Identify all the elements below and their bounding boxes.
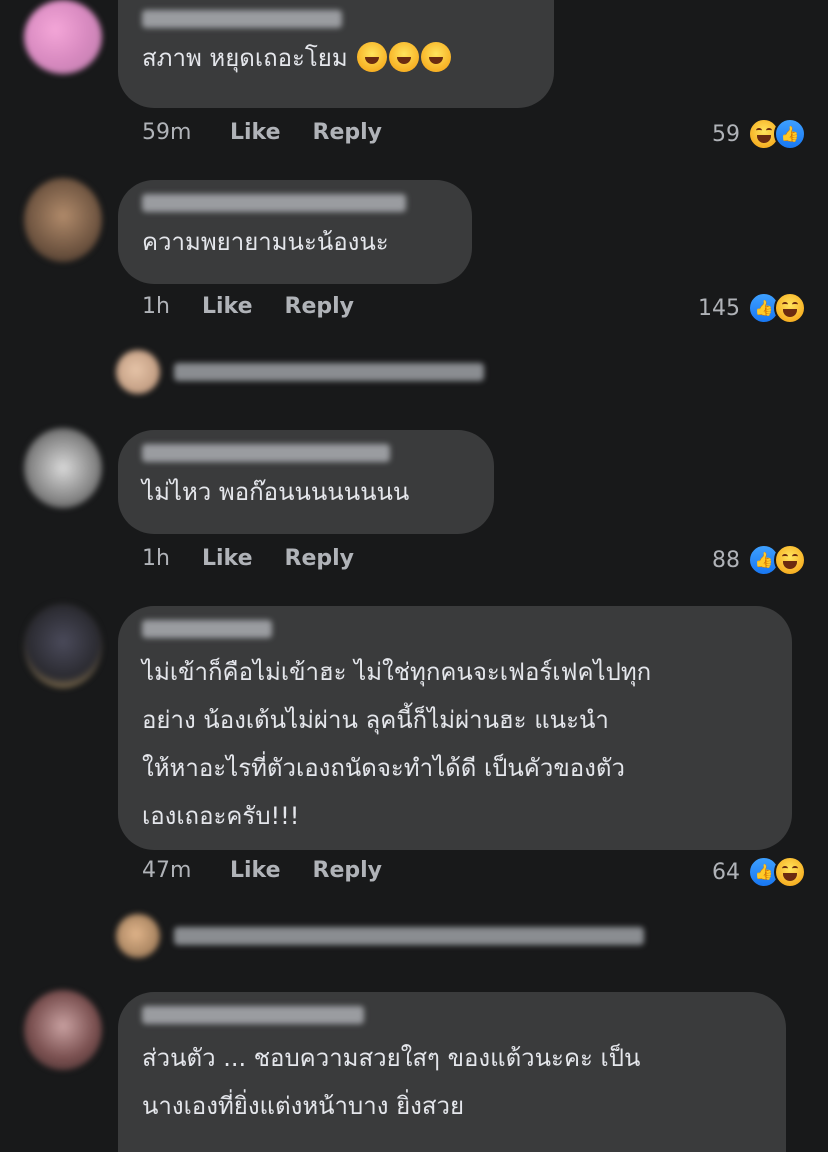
reaction-summary[interactable]: 88 👍 <box>712 544 806 576</box>
avatar[interactable] <box>24 428 102 508</box>
reaction-count: 88 <box>712 547 740 573</box>
reply-button[interactable]: Reply <box>285 546 355 571</box>
reply-button[interactable]: Reply <box>313 858 383 883</box>
reaction-count: 64 <box>712 859 740 885</box>
like-button[interactable]: Like <box>230 858 281 883</box>
view-replies-link[interactable] <box>116 350 484 394</box>
comment-meta: 1h Like Reply <box>142 546 354 571</box>
view-replies-link[interactable] <box>116 914 644 958</box>
like-button[interactable]: Like <box>202 294 253 319</box>
reaction-count: 59 <box>712 121 740 147</box>
avatar[interactable] <box>24 178 102 262</box>
rolling-laughing-emoji-icon <box>357 42 388 72</box>
reaction-count: 145 <box>698 295 740 321</box>
comment-meta: 1h Like Reply <box>142 294 354 319</box>
commenter-name[interactable] <box>142 444 390 462</box>
commenter-name[interactable] <box>142 1006 364 1024</box>
reaction-summary[interactable]: 64 👍 <box>712 856 806 888</box>
timestamp: 1h <box>142 294 170 319</box>
haha-reaction-icon <box>774 292 806 324</box>
avatar <box>116 914 160 958</box>
rolling-laughing-emoji-icon <box>421 42 452 72</box>
reply-button[interactable]: Reply <box>313 120 383 145</box>
commenter-name[interactable] <box>142 620 272 638</box>
reply-button[interactable]: Reply <box>285 294 355 319</box>
comment-bubble: ส่วนตัว ... ชอบความสวยใสๆ ของแต้วนะคะ เป… <box>118 992 786 1152</box>
comment-bubble: ไม่เข้าก็คือไม่เข้าฮะ ไม่ใช่ทุกคนจะเฟอร์… <box>118 606 792 850</box>
like-reaction-icon: 👍 <box>774 118 806 150</box>
comment-bubble: ไม่ไหว พอก๊อนนนนนนนน <box>118 430 494 534</box>
timestamp: 47m <box>142 858 192 883</box>
rolling-laughing-emoji-icon <box>389 42 420 72</box>
haha-reaction-icon <box>774 856 806 888</box>
replies-summary <box>174 363 484 381</box>
replies-summary <box>174 927 644 945</box>
avatar[interactable] <box>24 0 102 74</box>
comment-bubble: ความพยายามนะน้องนะ <box>118 180 472 284</box>
comment-text: ไม่ไหว พอก๊อนนนนนนนน <box>142 478 410 506</box>
like-button[interactable]: Like <box>202 546 253 571</box>
avatar[interactable] <box>24 990 102 1070</box>
comment-meta: 47m Like Reply <box>142 858 382 883</box>
reaction-summary[interactable]: 59 👍 <box>712 118 806 150</box>
comment-meta: 59m Like Reply <box>142 120 382 145</box>
comment-text: สภาพ หยุดเถอะโยม <box>142 38 530 78</box>
reaction-summary[interactable]: 145 👍 <box>698 292 806 324</box>
like-button[interactable]: Like <box>230 120 281 145</box>
commenter-name[interactable] <box>142 194 406 212</box>
haha-reaction-icon <box>774 544 806 576</box>
avatar <box>116 350 160 394</box>
avatar[interactable] <box>24 604 102 688</box>
comment-text: ส่วนตัว ... ชอบความสวยใสๆ ของแต้วนะคะ เป… <box>142 1044 641 1120</box>
comment-bubble: สภาพ หยุดเถอะโยม <box>118 0 554 108</box>
comment-text: ไม่เข้าก็คือไม่เข้าฮะ ไม่ใช่ทุกคนจะเฟอร์… <box>142 658 652 830</box>
timestamp: 1h <box>142 546 170 571</box>
commenter-name[interactable] <box>142 10 342 28</box>
timestamp: 59m <box>142 120 192 145</box>
comment-text: ความพยายามนะน้องนะ <box>142 228 389 256</box>
